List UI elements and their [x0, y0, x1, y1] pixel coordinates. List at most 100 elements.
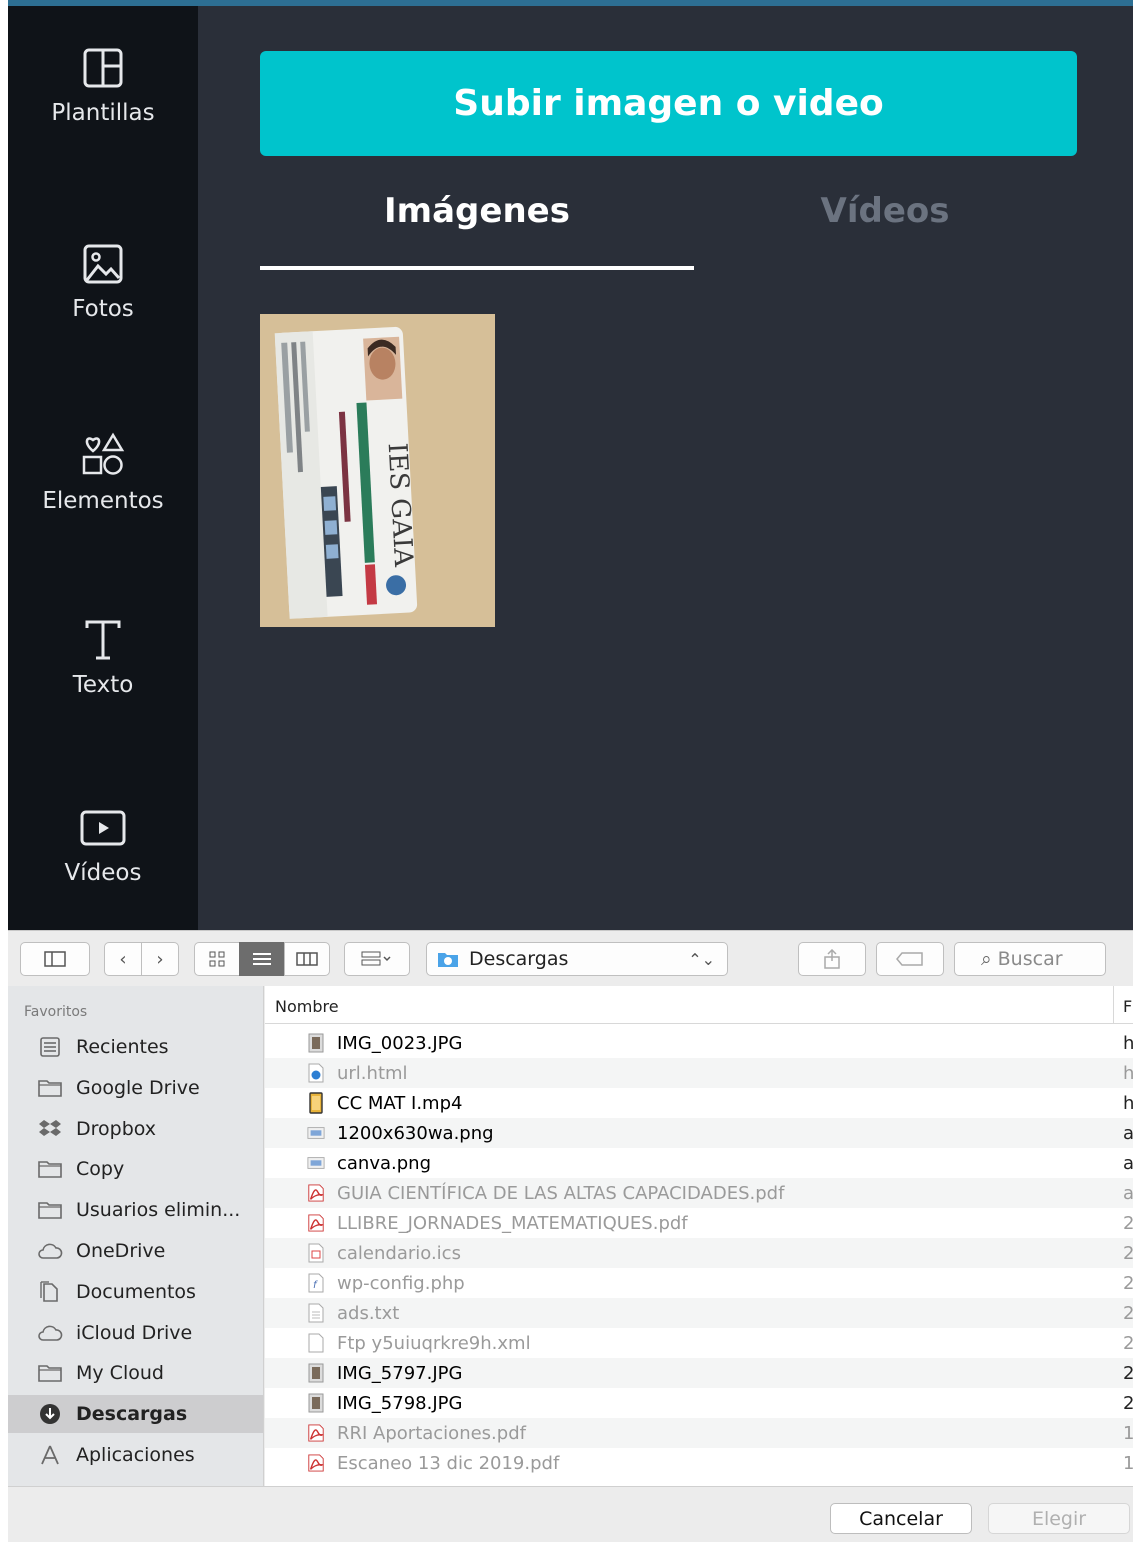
list-view-button[interactable] — [239, 942, 285, 976]
folder-icon — [36, 1077, 64, 1099]
tag-button[interactable] — [876, 942, 944, 976]
file-name: IMG_0023.JPG — [337, 1032, 463, 1054]
recents-icon — [36, 1036, 64, 1058]
sidebar-item[interactable]: Aplicaciones — [8, 1436, 263, 1474]
sidebar-item[interactable]: Google Drive — [8, 1069, 263, 1107]
file-row[interactable]: calendario.ics 2 — [265, 1238, 1133, 1268]
file-row[interactable]: CC MAT I.mp4 h — [265, 1088, 1133, 1118]
dialog-sidebar: Favoritos Recientes Google Drive Dropbox Co… — [8, 986, 264, 1486]
file-date: h — [1123, 1032, 1133, 1054]
uploaded-image-thumbnail[interactable]: IES GAIA — [260, 314, 495, 627]
sidebar-item[interactable]: iCloud Drive — [8, 1314, 263, 1352]
active-tab-indicator — [260, 266, 694, 270]
file-name: canva.png — [337, 1152, 431, 1174]
file-date: 1 — [1123, 1422, 1133, 1444]
file-row[interactable]: Escaneo 13 dic 2019.pdf 1 — [265, 1448, 1133, 1478]
dialog-toolbar: ‹ › Descargas ⌃⌄ ⌕ Buscar — [8, 931, 1133, 986]
file-name: Escaneo 13 dic 2019.pdf — [337, 1452, 560, 1474]
file-row[interactable]: ads.txt 2 — [265, 1298, 1133, 1328]
sidebar-item[interactable]: Dropbox — [8, 1110, 263, 1148]
left-rail: Plantillas Fotos Elementos Texto Vídeos — [8, 6, 198, 930]
share-button[interactable] — [798, 942, 866, 976]
sidebar-item-label: Recientes — [76, 1036, 169, 1058]
file-name: calendario.ics — [337, 1242, 461, 1264]
sidebar-item[interactable]: My Cloud — [8, 1354, 263, 1392]
forward-button[interactable]: › — [141, 942, 179, 976]
date-column-header[interactable]: F — [1123, 997, 1132, 1016]
file-row[interactable]: canva.png a — [265, 1148, 1133, 1178]
file-date: a — [1123, 1152, 1133, 1174]
sidebar-item[interactable]: Recientes — [8, 1028, 263, 1066]
rail-item-photos[interactable]: Fotos — [8, 242, 198, 322]
file-row[interactable]: LLIBRE_JORNADES_MATEMATIQUES.pdf 2 — [265, 1208, 1133, 1238]
file-row[interactable]: GUIA CIENTÍFICA DE LAS ALTAS CAPACIDADES… — [265, 1178, 1133, 1208]
sidebar-item[interactable]: Copy — [8, 1150, 263, 1188]
video-file-icon — [307, 1092, 325, 1114]
back-button[interactable]: ‹ — [104, 942, 142, 976]
rail-item-elements[interactable]: Elementos — [8, 430, 198, 514]
file-date: h — [1123, 1092, 1133, 1114]
column-view-button[interactable] — [284, 942, 330, 976]
sidebar-item[interactable]: Usuarios elimin... — [8, 1191, 263, 1229]
canva-editor: Plantillas Fotos Elementos Texto Vídeos … — [0, 0, 1133, 930]
rail-label-elements: Elementos — [42, 488, 164, 514]
list-icon — [253, 953, 271, 965]
columns-icon — [296, 952, 318, 966]
sidebar-toggle-button[interactable] — [20, 942, 90, 976]
sidebar-item[interactable]: OneDrive — [8, 1232, 263, 1270]
file-name: GUIA CIENTÍFICA DE LAS ALTAS CAPACIDADES… — [337, 1182, 785, 1204]
file-row[interactable]: IMG_0023.JPG h — [265, 1028, 1133, 1058]
sidebar-item-label: Usuarios elimin... — [76, 1199, 241, 1222]
file-date: 2 — [1123, 1302, 1133, 1324]
group-by-button[interactable] — [344, 942, 410, 976]
download-icon — [36, 1403, 64, 1425]
file-date: h — [1123, 1062, 1133, 1084]
choose-button[interactable]: Elegir — [988, 1503, 1130, 1534]
updown-chevron-icon: ⌃⌄ — [688, 949, 715, 969]
file-row[interactable]: f wp-config.php 2 — [265, 1268, 1133, 1298]
file-name: Ftp y5uiuqrkre9h.xml — [337, 1332, 531, 1354]
tab-images[interactable]: Imágenes — [260, 191, 694, 231]
text-icon — [85, 620, 121, 660]
cancel-button[interactable]: Cancelar — [830, 1503, 972, 1534]
sidebar-item-label: OneDrive — [76, 1240, 166, 1262]
sidebar-item-label: Copy — [76, 1158, 125, 1181]
file-row[interactable]: IMG_5797.JPG 2 — [265, 1358, 1133, 1388]
file-row[interactable]: url.html h — [265, 1058, 1133, 1088]
file-name: IMG_5798.JPG — [337, 1392, 463, 1414]
file-name: LLIBRE_JORNADES_MATEMATIQUES.pdf — [337, 1212, 688, 1234]
sidebar-item-label: Aplicaciones — [76, 1444, 195, 1466]
rail-label-photos: Fotos — [72, 296, 134, 322]
group-icon — [361, 951, 391, 966]
video-icon — [80, 810, 126, 846]
location-popup[interactable]: Descargas ⌃⌄ — [426, 942, 728, 976]
file-row[interactable]: RRI Aportaciones.pdf 1 — [265, 1418, 1133, 1448]
file-name: IMG_5797.JPG — [337, 1362, 463, 1384]
image-file-icon — [307, 1392, 325, 1414]
pdf-file-icon — [307, 1452, 325, 1474]
upload-button[interactable]: Subir imagen o video — [260, 51, 1077, 156]
file-row[interactable]: Ftp y5uiuqrkre9h.xml 2 — [265, 1328, 1133, 1358]
location-label: Descargas — [469, 948, 569, 970]
file-row[interactable]: 1200x630wa.png a — [265, 1118, 1133, 1148]
documents-icon — [36, 1281, 64, 1303]
rail-item-text[interactable]: Texto — [8, 618, 198, 698]
pdf-file-icon — [307, 1422, 325, 1444]
folder-icon — [36, 1158, 64, 1180]
rail-item-templates[interactable]: Plantillas — [8, 46, 198, 126]
id-card-photo: IES GAIA — [260, 314, 495, 627]
uploads-panel: Subir imagen o video Imágenes Vídeos IES… — [198, 6, 1133, 930]
search-field[interactable]: ⌕ Buscar — [954, 942, 1106, 976]
php-file-icon: f — [307, 1272, 325, 1294]
xml-file-icon — [307, 1332, 325, 1354]
icon-view-button[interactable] — [194, 942, 240, 976]
file-row[interactable]: IMG_5798.JPG 2 — [265, 1388, 1133, 1418]
pdf-file-icon — [307, 1182, 325, 1204]
file-open-dialog: ‹ › Descargas ⌃⌄ ⌕ Buscar Favoritos Reci… — [8, 930, 1133, 1542]
rail-item-videos[interactable]: Vídeos — [8, 806, 198, 886]
sidebar-item[interactable]: Descargas — [8, 1395, 263, 1434]
file-date: 2 — [1123, 1212, 1133, 1234]
name-column-header[interactable]: Nombre — [275, 997, 339, 1016]
sidebar-item[interactable]: Documentos — [8, 1273, 263, 1311]
tab-videos[interactable]: Vídeos — [668, 191, 1102, 231]
